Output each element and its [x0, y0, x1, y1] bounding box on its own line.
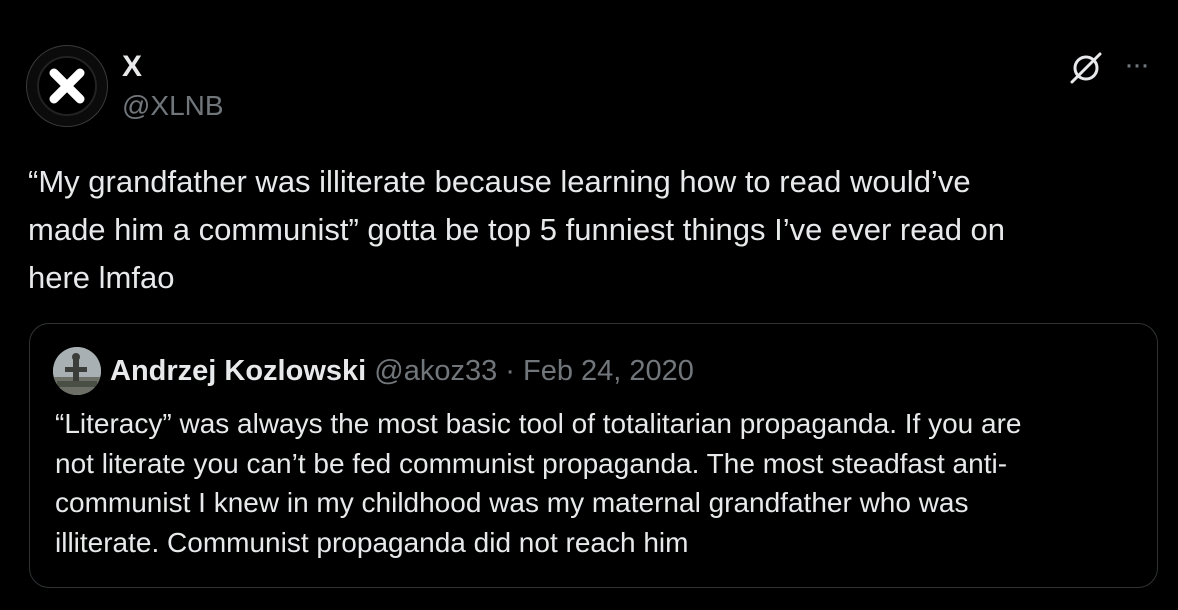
author-handle[interactable]: @XLNB	[122, 90, 224, 122]
quoted-tweet-header: Andrzej Kozlowski @akoz33 · Feb 24, 2020	[110, 354, 694, 388]
meta-separator: ·	[505, 355, 515, 387]
author-display-name[interactable]: X	[122, 50, 142, 84]
tweet: X @XLNB ··· “My grandfather was illitera…	[0, 0, 1178, 610]
quoted-author-handle[interactable]: @akoz33	[374, 355, 497, 387]
more-options-icon[interactable]: ···	[1124, 50, 1150, 80]
quoted-tweet-date[interactable]: Feb 24, 2020	[523, 355, 694, 387]
quoted-tweet-card[interactable]: Andrzej Kozlowski @akoz33 · Feb 24, 2020…	[29, 323, 1158, 588]
quoted-author-avatar[interactable]	[53, 347, 101, 395]
x-logo-icon	[37, 56, 97, 116]
tweet-text: “My grandfather was illiterate because l…	[28, 164, 1006, 295]
grok-icon[interactable]	[1068, 50, 1104, 86]
quoted-author-name[interactable]: Andrzej Kozlowski	[110, 355, 366, 387]
author-avatar[interactable]	[26, 45, 108, 127]
quoted-tweet-text: “Literacy” was always the most basic too…	[55, 408, 1022, 558]
